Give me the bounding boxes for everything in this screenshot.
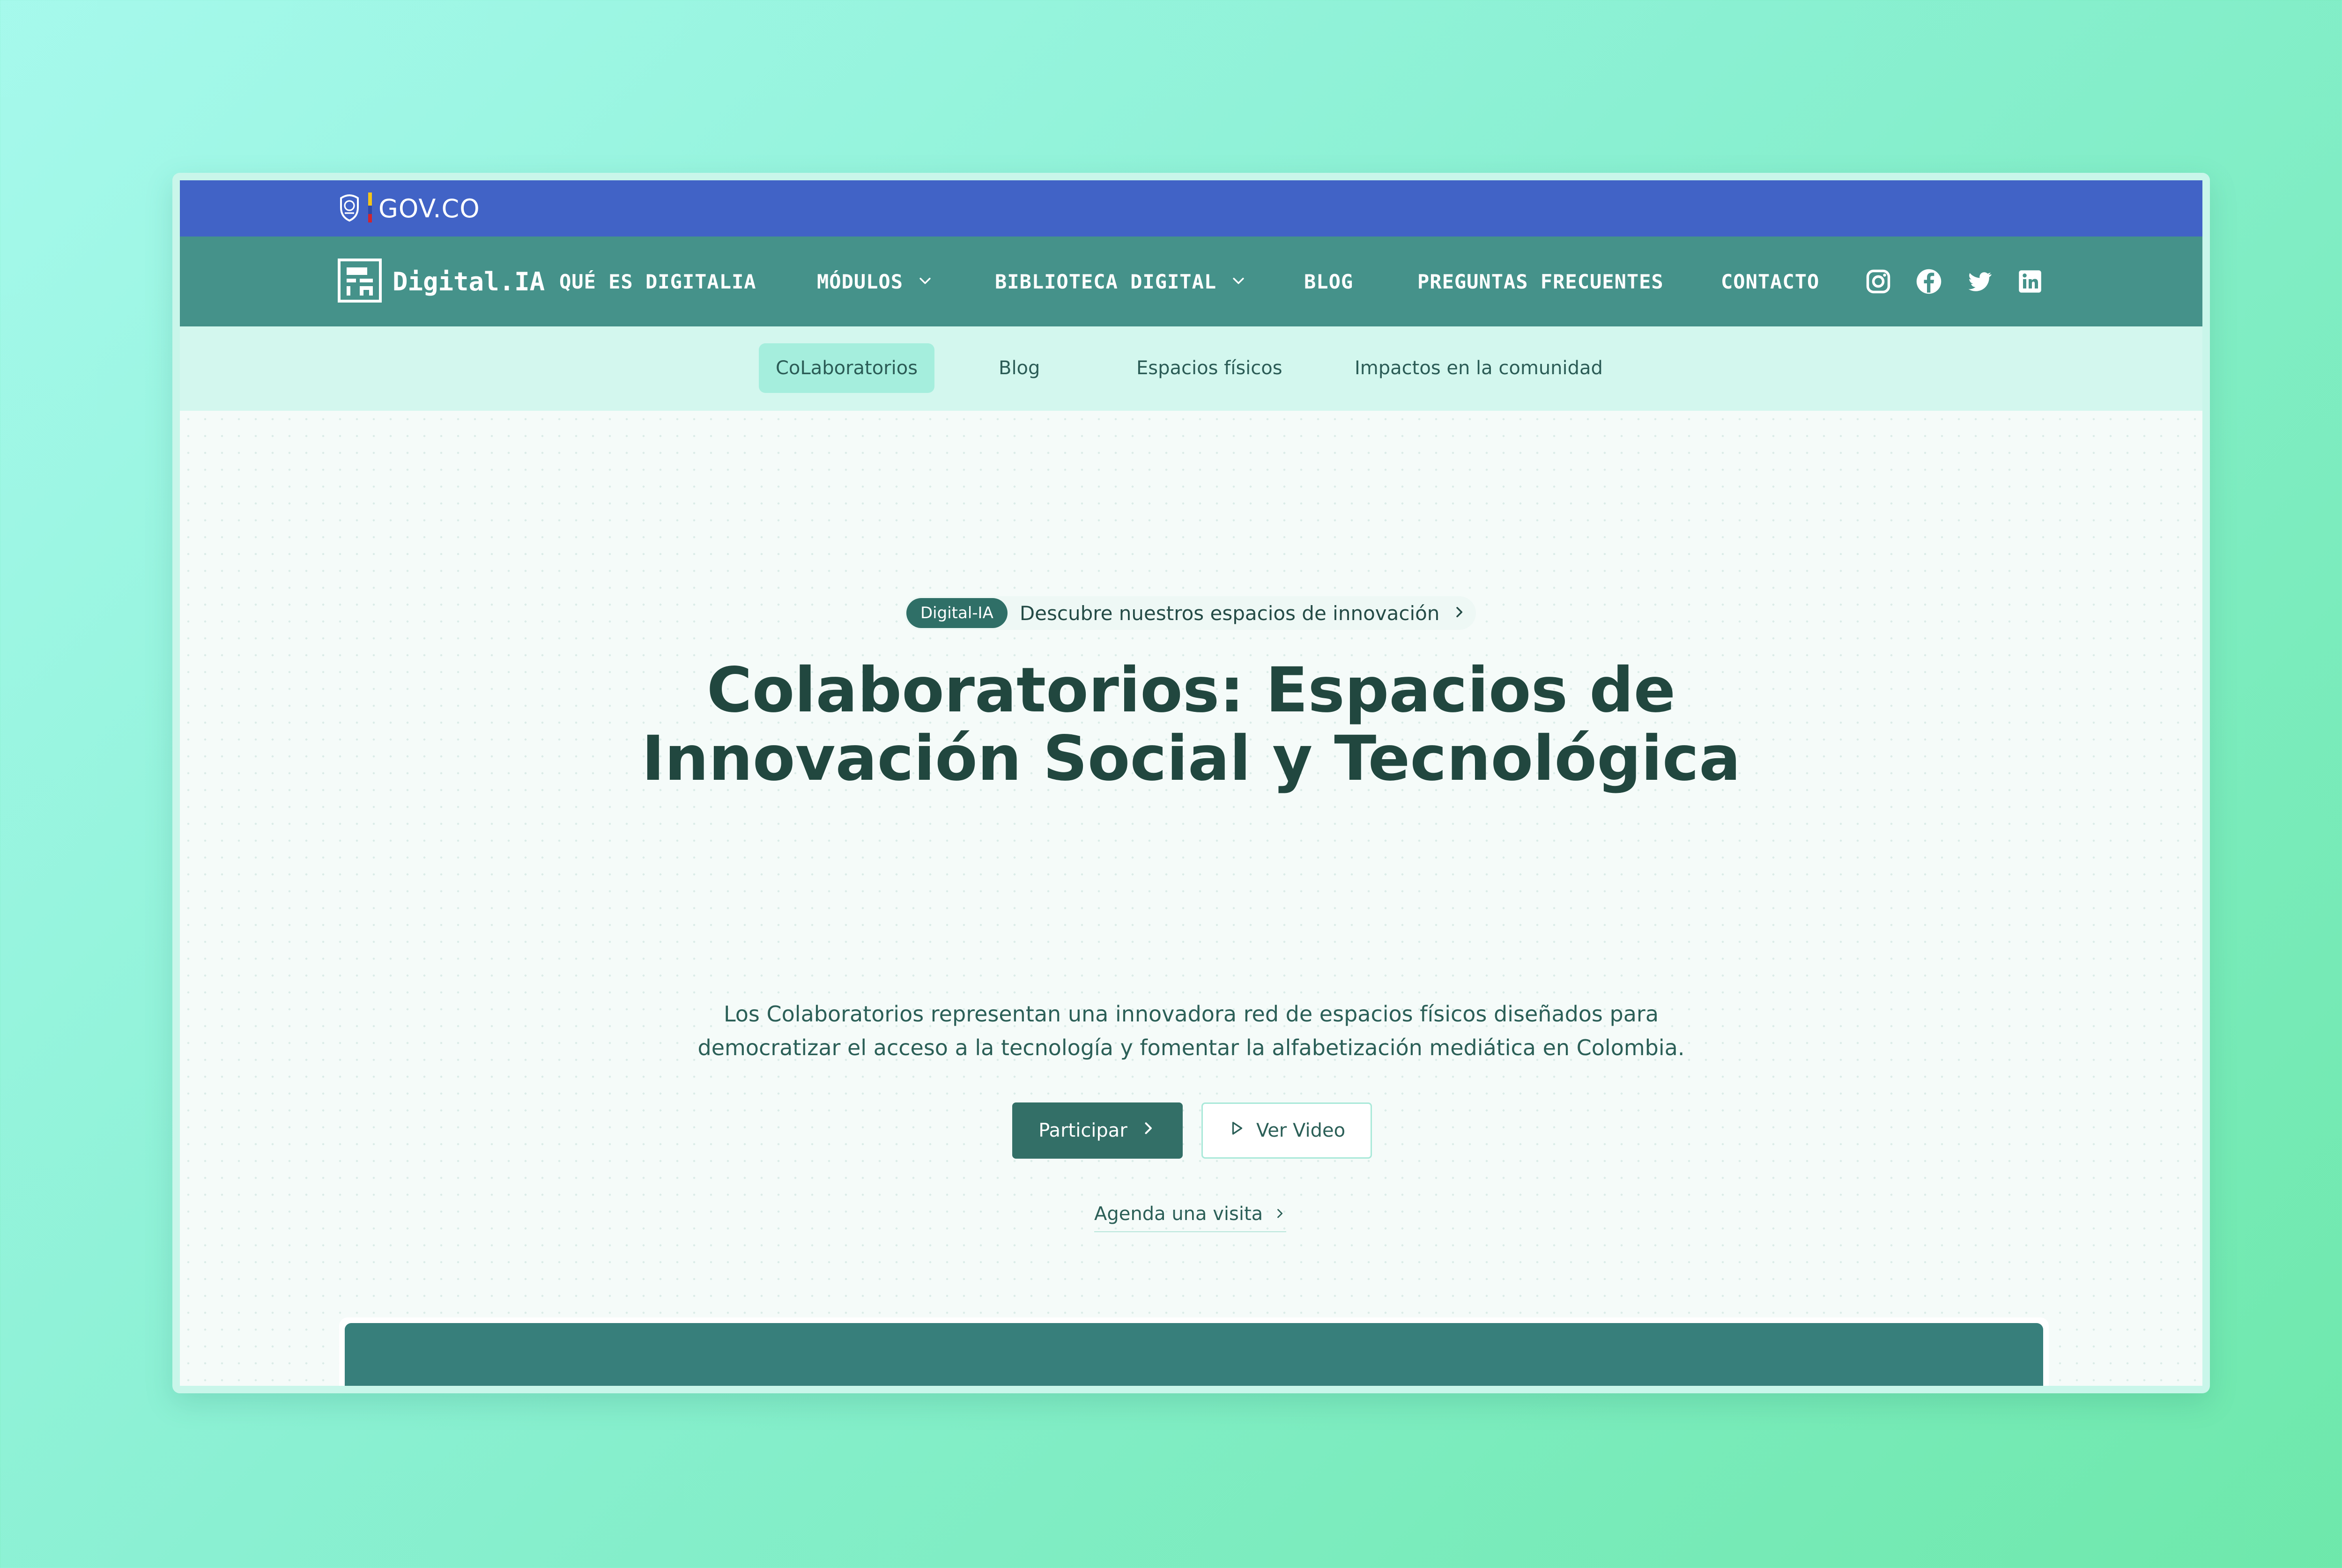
sub-nav: CoLaboratorios Blog Espacios físicos Imp… (180, 326, 2202, 411)
chevron-down-icon (1230, 270, 1246, 293)
nav-item-label: PREGUNTAS FRECUENTES (1417, 270, 1664, 293)
hero-section (180, 411, 2202, 1386)
twitter-icon[interactable] (1965, 267, 1994, 296)
page-title-line-1: Colaboratorios: Espacios de (706, 654, 1676, 726)
play-icon (1228, 1120, 1245, 1141)
agenda-visita-label: Agenda una visita (1094, 1203, 1263, 1225)
nav-item-que-es-digitalia[interactable]: QUÉ ES DIGITALIA (559, 237, 756, 326)
facebook-icon[interactable] (1915, 267, 1943, 296)
subnav-item-impactos-comunidad[interactable]: Impactos en la comunidad (1338, 343, 1620, 393)
main-nav: Digital.IA QUÉ ES DIGITALIA MÓDULOS BIBL… (180, 237, 2202, 326)
nav-item-label: MÓDULOS (817, 270, 904, 293)
instagram-icon[interactable] (1864, 267, 1892, 296)
participar-label: Participar (1038, 1120, 1127, 1141)
badge-pill: Digital-IA (906, 598, 1008, 628)
ver-video-label: Ver Video (1256, 1120, 1346, 1141)
agenda-visita-link[interactable]: Agenda una visita (1094, 1197, 1287, 1232)
browser-frame: GOV.CO Digital.IA QUÉ ES DIGITALIA MÓDUL… (172, 173, 2210, 1393)
coat-of-arms-icon (337, 192, 362, 224)
nav-item-modulos[interactable]: MÓDULOS (817, 237, 933, 326)
nav-item-blog[interactable]: BLOG (1304, 237, 1353, 326)
hero-description: Los Colaboratorios representan una innov… (180, 997, 2202, 1065)
gov-logo[interactable]: GOV.CO (337, 191, 480, 226)
hero-description-line-2: democratizar el acceso a la tecnología y… (697, 1035, 1685, 1060)
gov-bar: GOV.CO (180, 180, 2202, 237)
media-block (345, 1323, 2043, 1386)
announcement-badge[interactable]: Digital-IA Descubre nuestros espacios de… (904, 596, 1476, 630)
nav-item-label: BLOG (1304, 270, 1354, 293)
flag-divider-icon (368, 192, 372, 224)
nav-item-label: QUÉ ES DIGITALIA (559, 270, 756, 293)
nav-item-contacto[interactable]: CONTACTO (1721, 237, 1819, 326)
nav-item-label: BIBLIOTECA DIGITAL (995, 270, 1217, 293)
chevron-down-icon (917, 270, 933, 293)
ver-video-button[interactable]: Ver Video (1201, 1102, 1372, 1159)
gov-label: GOV.CO (378, 193, 480, 223)
subnav-item-blog[interactable]: Blog (982, 343, 1057, 393)
brand-mark-icon (337, 258, 382, 305)
subnav-item-espacios-fisicos[interactable]: Espacios físicos (1119, 343, 1299, 393)
subnav-item-colaboratorios[interactable]: CoLaboratorios (759, 343, 935, 393)
chevron-right-icon (1452, 605, 1467, 621)
chevron-right-icon (1140, 1120, 1156, 1141)
nav-item-label: CONTACTO (1721, 270, 1820, 293)
page-title: Colaboratorios: Espacios de Innovación S… (180, 656, 2202, 793)
nav-item-preguntas-frecuentes[interactable]: PREGUNTAS FRECUENTES (1417, 237, 1664, 326)
participar-button[interactable]: Participar (1012, 1102, 1183, 1159)
badge-text: Descubre nuestros espacios de innovación (1019, 601, 1440, 625)
page-title-line-2: Innovación Social y Tecnológica (641, 723, 1741, 795)
nav-item-biblioteca-digital[interactable]: BIBLIOTECA DIGITAL (995, 237, 1246, 326)
hero-description-line-1: Los Colaboratorios representan una innov… (723, 1001, 1659, 1027)
linkedin-icon[interactable] (2016, 267, 2044, 296)
page-window: GOV.CO Digital.IA QUÉ ES DIGITALIA MÓDUL… (180, 180, 2202, 1386)
brand-name: Digital.IA (393, 266, 545, 296)
chevron-right-icon (1273, 1203, 1286, 1225)
brand-logo[interactable]: Digital.IA (337, 259, 545, 304)
